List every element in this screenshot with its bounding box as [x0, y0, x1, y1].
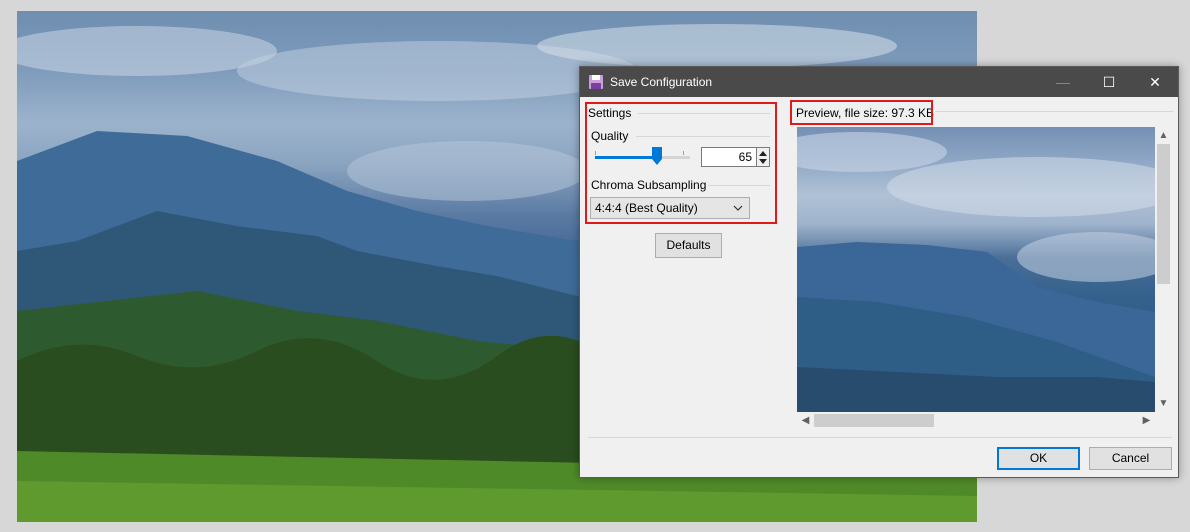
save-configuration-dialog: Save Configuration — ☐ ✕ Settings Qualit…	[579, 66, 1179, 478]
close-button[interactable]: ✕	[1132, 67, 1178, 97]
scroll-down-icon[interactable]: ▼	[1155, 395, 1172, 412]
maximize-icon: ☐	[1102, 74, 1116, 90]
floppy-disk-icon	[589, 75, 603, 89]
defaults-button[interactable]: Defaults	[655, 233, 722, 258]
minimize-button[interactable]: —	[1040, 67, 1086, 97]
title-bar[interactable]: Save Configuration — ☐ ✕	[580, 67, 1178, 97]
preview-horizontal-scrollbar[interactable]: ◀ ▶	[797, 412, 1155, 429]
dialog-title: Save Configuration	[610, 75, 713, 89]
preview-highlight-box	[790, 100, 933, 125]
scroll-right-icon[interactable]: ▶	[1138, 412, 1155, 429]
minimize-icon: —	[1056, 74, 1070, 90]
settings-highlight-box	[585, 102, 777, 224]
vertical-scroll-thumb[interactable]	[1157, 144, 1170, 284]
footer-separator	[588, 437, 1172, 438]
ok-button[interactable]: OK	[997, 447, 1080, 470]
preview-vertical-scrollbar[interactable]: ▲ ▼	[1155, 127, 1172, 412]
close-icon: ✕	[1149, 74, 1161, 90]
horizontal-scroll-thumb[interactable]	[814, 414, 934, 427]
preview-landscape-illustration	[797, 132, 1155, 412]
preview-image[interactable]	[797, 127, 1155, 412]
preview-separator	[935, 111, 1173, 112]
scroll-left-icon[interactable]: ◀	[797, 412, 814, 429]
cancel-button[interactable]: Cancel	[1089, 447, 1172, 470]
scroll-up-icon[interactable]: ▲	[1155, 127, 1172, 144]
maximize-button[interactable]: ☐	[1086, 67, 1132, 97]
